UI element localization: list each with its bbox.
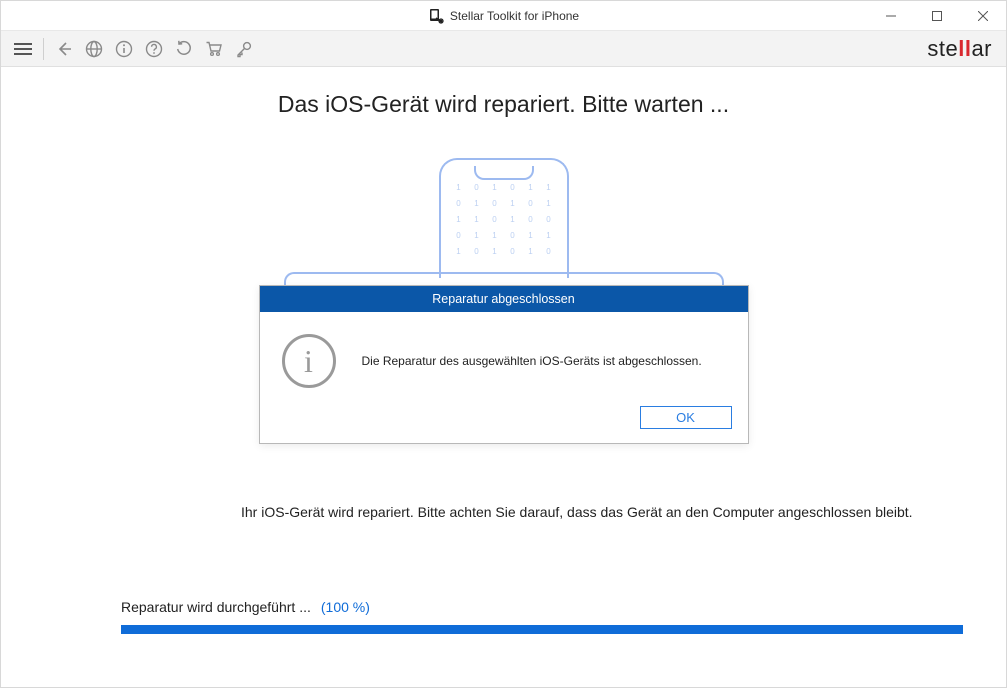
device-illustration: 101011 010101 110100 011011 101010 <box>1 158 1006 278</box>
dialog-body: i Die Reparatur des ausgewählten iOS-Ger… <box>260 312 748 400</box>
window-title: Stellar Toolkit for iPhone <box>450 9 579 23</box>
progress-label: Reparatur wird durchgeführt ... <box>121 599 311 615</box>
toolbar: stellar <box>1 31 1006 67</box>
close-button[interactable] <box>960 1 1006 31</box>
key-icon[interactable] <box>230 35 258 63</box>
brand-text-accent: ll <box>958 36 971 61</box>
status-text: Ihr iOS-Gerät wird repariert. Bitte acht… <box>241 502 966 523</box>
dialog-message: Die Reparatur des ausgewählten iOS-Gerät… <box>362 354 702 368</box>
toolbar-separator <box>43 38 44 60</box>
title-bar: Stellar Toolkit for iPhone <box>1 1 1006 31</box>
brand-text-pre: ste <box>927 36 958 61</box>
content-area: Das iOS-Gerät wird repariert. Bitte wart… <box>1 67 1006 687</box>
progress-section: Reparatur wird durchgeführt ... (100 %) <box>121 599 966 634</box>
ok-button[interactable]: OK <box>640 406 732 429</box>
cart-icon[interactable] <box>200 35 228 63</box>
page-heading: Das iOS-Gerät wird repariert. Bitte wart… <box>1 91 1006 118</box>
globe-icon[interactable] <box>80 35 108 63</box>
dialog-title: Reparatur abgeschlossen <box>260 286 748 312</box>
help-icon[interactable] <box>140 35 168 63</box>
window-controls <box>868 1 1006 31</box>
dialog-footer: OK <box>260 400 748 443</box>
brand-text-post: ar <box>971 36 992 61</box>
minimize-button[interactable] <box>868 1 914 31</box>
phone-icon: 101011 010101 110100 011011 101010 <box>439 158 569 278</box>
refresh-icon[interactable] <box>170 35 198 63</box>
progress-bar <box>121 625 963 634</box>
info-icon[interactable] <box>110 35 138 63</box>
dialog-info-icon: i <box>282 334 336 388</box>
maximize-button[interactable] <box>914 1 960 31</box>
progress-label-row: Reparatur wird durchgeführt ... (100 %) <box>121 599 966 615</box>
back-icon[interactable] <box>50 35 78 63</box>
app-icon <box>428 8 444 24</box>
window-title-wrap: Stellar Toolkit for iPhone <box>428 8 579 24</box>
completion-dialog: Reparatur abgeschlossen i Die Reparatur … <box>259 285 749 444</box>
brand-logo: stellar <box>927 36 998 62</box>
menu-icon[interactable] <box>9 35 37 63</box>
progress-percent: (100 %) <box>321 599 370 615</box>
progress-fill <box>121 625 963 634</box>
